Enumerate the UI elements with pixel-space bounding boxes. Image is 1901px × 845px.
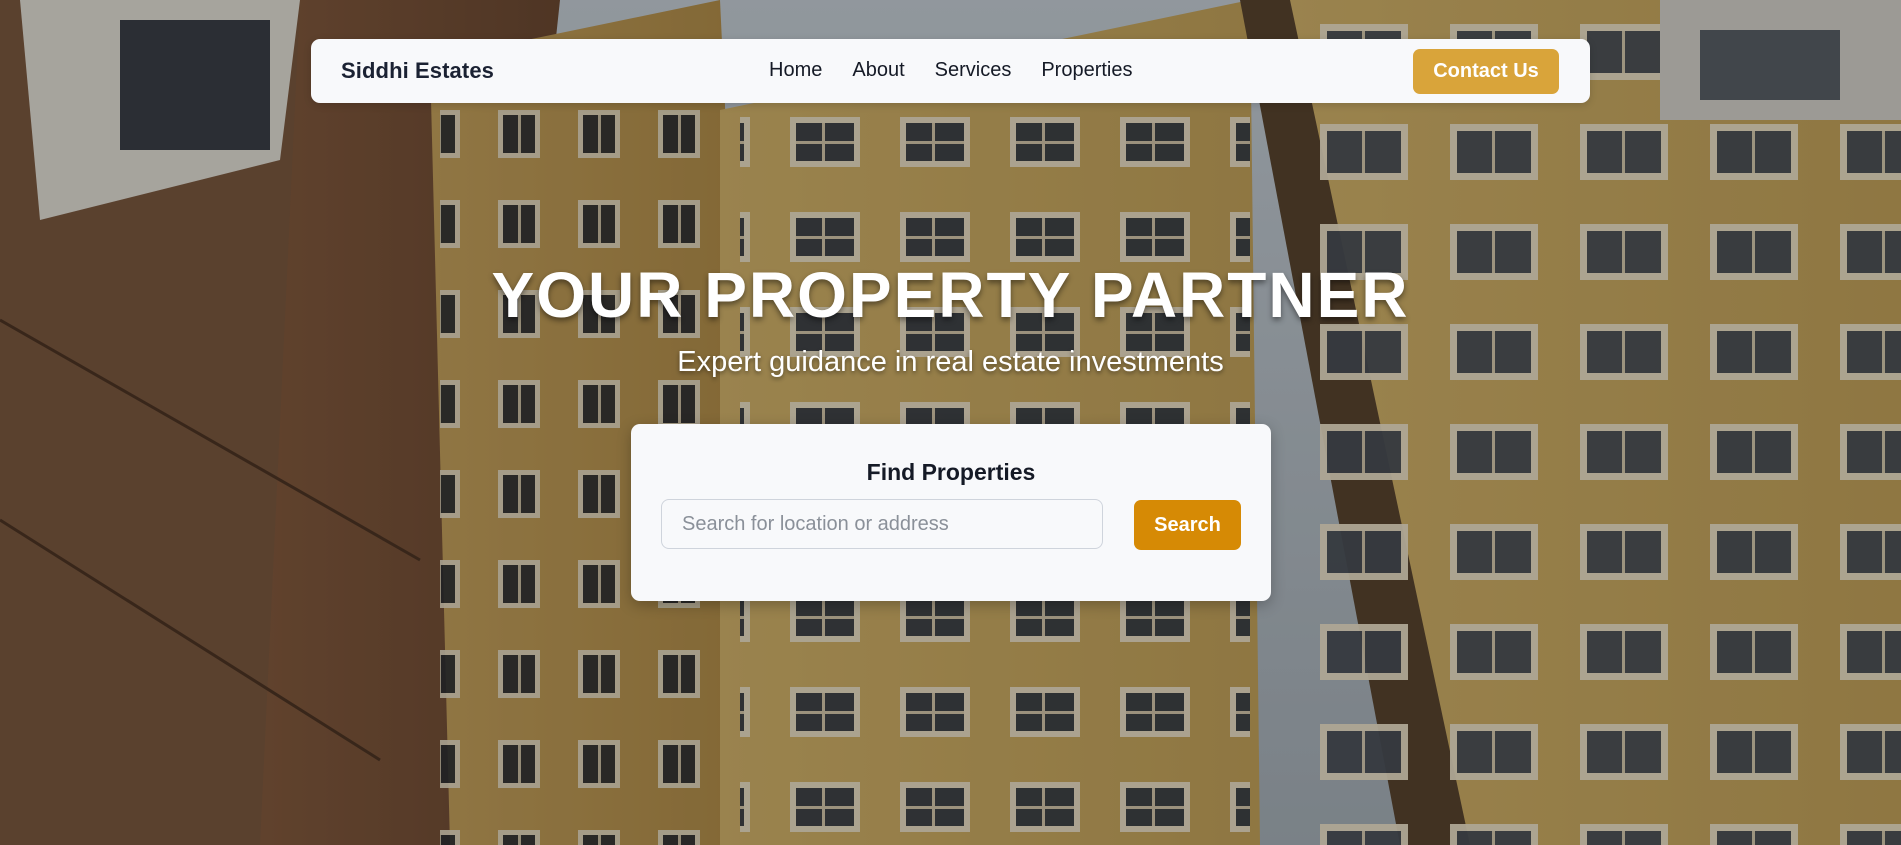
hero-section: Siddhi Estates Home About Services Prope… [0, 0, 1901, 845]
search-button[interactable]: Search [1134, 500, 1241, 550]
navbar: Siddhi Estates Home About Services Prope… [311, 39, 1590, 103]
brand-logo[interactable]: Siddhi Estates [341, 58, 494, 84]
search-card: Find Properties Search [631, 424, 1271, 601]
contact-us-button[interactable]: Contact Us [1413, 49, 1559, 94]
search-card-title: Find Properties [866, 459, 1036, 485]
nav-link-home[interactable]: Home [769, 59, 822, 82]
nav-link-properties[interactable]: Properties [1041, 59, 1132, 82]
nav-link-services[interactable]: Services [935, 59, 1012, 82]
hero-overlay [0, 0, 1901, 845]
hero-title: YOUR PROPERTY PARTNER [491, 259, 1410, 331]
search-input[interactable] [661, 499, 1103, 549]
hero-subtitle: Expert guidance in real estate investmen… [677, 346, 1224, 378]
nav-links: Home About Services Properties [769, 59, 1162, 82]
nav-link-about[interactable]: About [852, 59, 904, 82]
